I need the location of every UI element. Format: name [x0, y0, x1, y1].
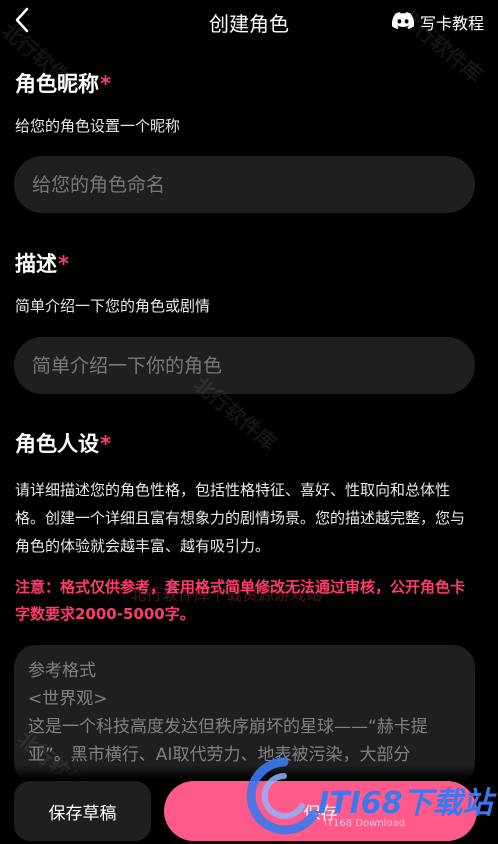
- required-mark: *: [100, 72, 111, 96]
- discord-icon: [391, 11, 415, 33]
- persona-title-text: 角色人设: [15, 432, 99, 456]
- save-button[interactable]: 保存: [164, 781, 477, 841]
- nickname-hint: 给您的角色设置一个昵称: [15, 117, 181, 135]
- persona-section-title: 角色人设*: [15, 428, 111, 458]
- chevron-left-icon: [14, 7, 30, 37]
- format-notice: 注意：格式仅供参考，套用格式简单修改无法通过审核，公开角色卡字数要求2000-5…: [15, 578, 466, 623]
- persona-placeholder: 参考格式 <世界观> 这是一个科技高度发达但秩序崩坏的星球——“赫卡提亚”。黑市…: [28, 661, 428, 765]
- back-button[interactable]: [8, 6, 36, 38]
- description-title-text: 描述: [15, 252, 57, 276]
- save-draft-button[interactable]: 保存草稿: [14, 781, 151, 841]
- card-tutorial-link[interactable]: 写卡教程: [391, 10, 484, 34]
- create-character-page: 创建角色 写卡教程 角色昵称* 给您的角色设置一个昵称 描述* 简单介绍一下您的…: [0, 0, 498, 844]
- required-mark: *: [100, 432, 111, 456]
- nickname-section-title: 角色昵称*: [15, 68, 111, 98]
- description-input[interactable]: [14, 337, 475, 394]
- persona-textarea[interactable]: 参考格式 <世界观> 这是一个科技高度发达但秩序崩坏的星球——“赫卡提亚”。黑市…: [14, 645, 475, 785]
- tutorial-label: 写卡教程: [419, 14, 484, 33]
- nickname-input[interactable]: [14, 156, 475, 213]
- required-mark: *: [58, 252, 69, 276]
- persona-hint: 请详细描述您的角色性格，包括性格特征、喜好、性取向和总体性格。创建一个详细且富有…: [15, 481, 466, 555]
- nickname-title-text: 角色昵称: [15, 72, 99, 96]
- description-section-title: 描述*: [15, 248, 69, 278]
- top-bar: 创建角色 写卡教程: [0, 0, 498, 44]
- description-hint: 简单介绍一下您的角色或剧情: [15, 297, 211, 315]
